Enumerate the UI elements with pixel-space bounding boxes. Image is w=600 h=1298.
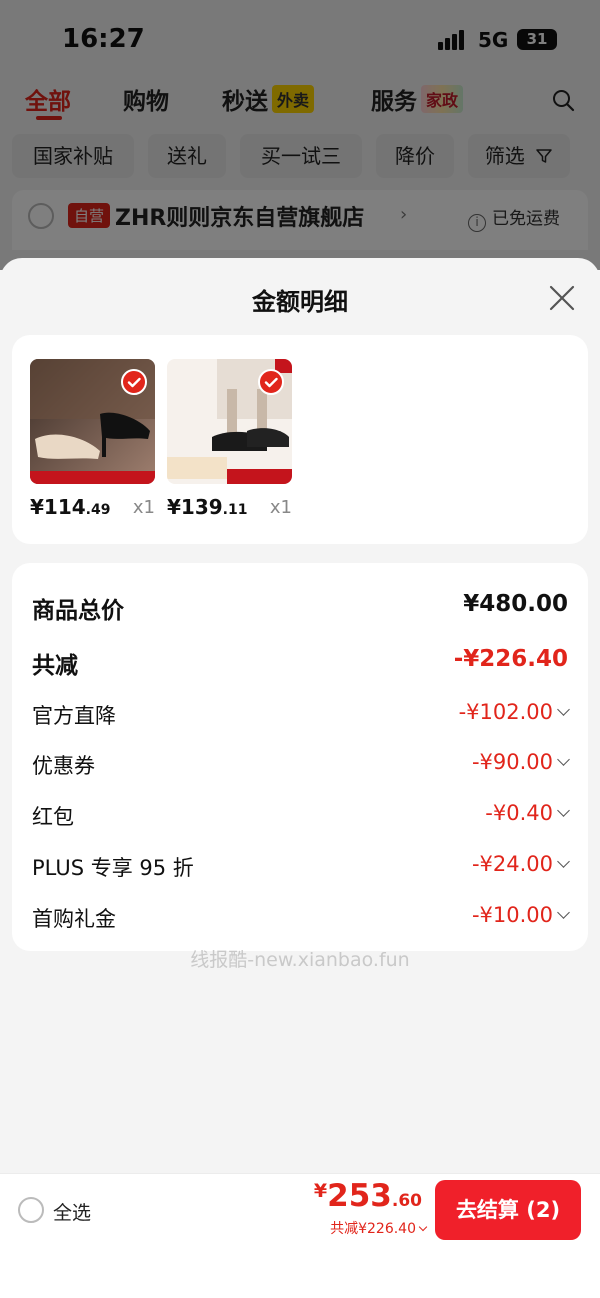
discount-label: 优惠券 <box>32 754 95 778</box>
total-reduce-row: 共减 -¥226.40 <box>32 646 568 679</box>
sheet-title: 金额明细 <box>252 288 348 316</box>
chevron-down-icon[interactable] <box>557 906 570 919</box>
selected-check-icon <box>121 369 147 395</box>
chevron-down-icon <box>418 1222 428 1232</box>
product-quantity: x1 <box>269 497 292 518</box>
product-price-line: ¥114.49 x1 <box>30 495 155 519</box>
total-reduce-value: -¥226.40 <box>453 646 568 672</box>
product-price: ¥139.11 <box>167 495 248 519</box>
discount-value: -¥90.00 <box>472 750 570 774</box>
chevron-down-icon[interactable] <box>557 855 570 868</box>
product-image-heels[interactable] <box>30 359 155 484</box>
selected-check-icon <box>258 369 284 395</box>
chevron-down-icon[interactable] <box>557 703 570 716</box>
watermark-text: 线报酷-new.xianbao.fun <box>190 949 410 971</box>
total-reduce-summary[interactable]: 共减¥226.40 <box>330 1218 428 1238</box>
total-price-label: 商品总价 <box>32 598 124 624</box>
discount-value: -¥10.00 <box>472 903 570 927</box>
discount-label: 红包 <box>32 805 74 829</box>
select-all-checkbox[interactable] <box>18 1197 44 1223</box>
amount-detail-sheet: 金额明细 ¥114.49 x1 ¥139.11 x1 商品总价 ¥480.00 … <box>0 258 600 1173</box>
select-all-label[interactable]: 全选 <box>53 1198 91 1225</box>
product-quantity: x1 <box>132 497 155 518</box>
checkout-button[interactable]: 去结算 (2) <box>435 1180 581 1240</box>
products-card: ¥114.49 x1 ¥139.11 x1 <box>12 335 588 544</box>
total-payable: ¥253.60 <box>313 1178 422 1214</box>
chevron-down-icon[interactable] <box>557 804 570 817</box>
discount-label: PLUS 专享 95 折 <box>32 856 194 880</box>
discount-row-red-packet[interactable]: 红包 -¥0.40 <box>32 801 570 831</box>
checkout-bar: 全选 ¥253.60 共减¥226.40 去结算 (2) <box>0 1173 600 1245</box>
home-indicator-area <box>0 1245 600 1298</box>
modal-backdrop[interactable] <box>0 0 600 270</box>
discount-row-plus[interactable]: PLUS 专享 95 折 -¥24.00 <box>32 852 570 882</box>
total-price-value: ¥480.00 <box>463 591 568 617</box>
discount-value: -¥0.40 <box>485 801 570 825</box>
discount-value: -¥102.00 <box>459 700 570 724</box>
product-price-line: ¥139.11 x1 <box>167 495 292 519</box>
discount-row-official[interactable]: 官方直降 -¥102.00 <box>32 700 570 730</box>
discount-label: 首购礼金 <box>32 907 116 931</box>
product-image-loafers[interactable] <box>167 359 292 484</box>
total-price-row: 商品总价 ¥480.00 <box>32 591 568 624</box>
discount-label: 官方直降 <box>32 704 116 728</box>
close-icon[interactable] <box>546 282 578 314</box>
discount-row-coupon[interactable]: 优惠券 -¥90.00 <box>32 750 570 780</box>
product-price: ¥114.49 <box>30 495 111 519</box>
total-reduce-label: 共减 <box>32 653 78 679</box>
discount-value: -¥24.00 <box>472 852 570 876</box>
price-breakdown-card: 商品总价 ¥480.00 共减 -¥226.40 官方直降 -¥102.00 优… <box>12 563 588 951</box>
discount-row-first-purchase[interactable]: 首购礼金 -¥10.00 <box>32 903 570 933</box>
chevron-down-icon[interactable] <box>557 753 570 766</box>
